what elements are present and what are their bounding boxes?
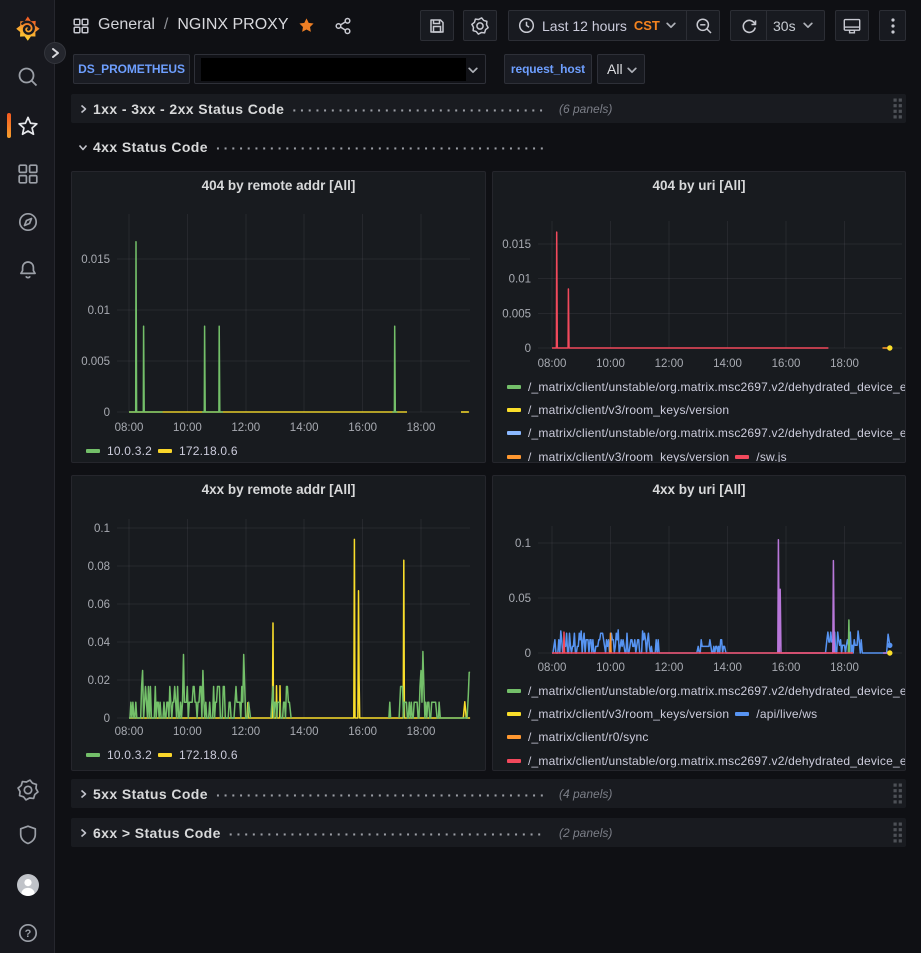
svg-text:12:00: 12:00	[655, 358, 684, 370]
svg-text:0.06: 0.06	[88, 599, 110, 611]
svg-text:0.04: 0.04	[88, 637, 111, 649]
svg-text:18:00: 18:00	[830, 358, 859, 370]
svg-text:0: 0	[525, 648, 531, 660]
svg-text:?: ?	[24, 928, 31, 940]
svg-text:14:00: 14:00	[290, 726, 319, 738]
svg-text:14:00: 14:00	[713, 358, 742, 370]
svg-text:12:00: 12:00	[231, 422, 260, 434]
svg-text:18:00: 18:00	[407, 726, 436, 738]
svg-text:12:00: 12:00	[231, 726, 260, 738]
svg-text:10:00: 10:00	[173, 726, 202, 738]
svg-text:10:00: 10:00	[173, 422, 202, 434]
svg-text:0.005: 0.005	[81, 356, 110, 368]
svg-text:0.05: 0.05	[509, 593, 531, 605]
svg-text:0.015: 0.015	[81, 254, 110, 266]
svg-text:0: 0	[104, 407, 110, 419]
svg-text:0.01: 0.01	[88, 305, 110, 317]
svg-text:16:00: 16:00	[348, 422, 377, 434]
svg-text:14:00: 14:00	[290, 422, 319, 434]
svg-text:16:00: 16:00	[348, 726, 377, 738]
svg-text:08:00: 08:00	[538, 358, 567, 370]
svg-text:0: 0	[525, 343, 531, 355]
svg-text:0: 0	[104, 713, 110, 725]
svg-text:12:00: 12:00	[655, 662, 684, 674]
svg-text:0.01: 0.01	[509, 274, 531, 286]
svg-text:18:00: 18:00	[407, 422, 436, 434]
svg-text:14:00: 14:00	[713, 662, 742, 674]
svg-text:16:00: 16:00	[772, 358, 801, 370]
svg-text:08:00: 08:00	[538, 662, 567, 674]
svg-text:08:00: 08:00	[115, 422, 144, 434]
svg-text:0.005: 0.005	[502, 308, 531, 320]
svg-text:10:00: 10:00	[596, 662, 625, 674]
svg-text:08:00: 08:00	[115, 726, 144, 738]
svg-text:0.1: 0.1	[94, 523, 110, 535]
svg-text:18:00: 18:00	[830, 662, 859, 674]
svg-text:10:00: 10:00	[596, 358, 625, 370]
svg-text:0.015: 0.015	[502, 239, 531, 251]
svg-text:0.08: 0.08	[88, 561, 110, 573]
svg-text:0.1: 0.1	[515, 538, 531, 550]
svg-text:16:00: 16:00	[772, 662, 801, 674]
svg-text:0.02: 0.02	[88, 675, 110, 687]
